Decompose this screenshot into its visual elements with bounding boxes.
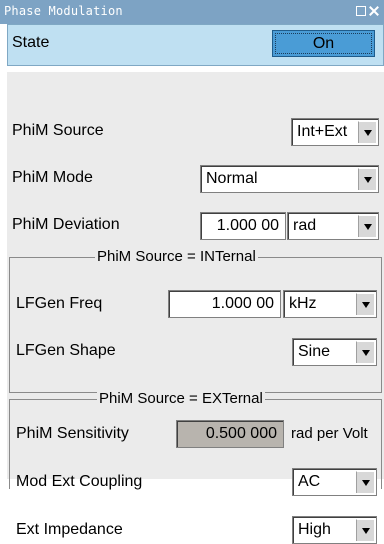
lfgen-freq-input[interactable]: 1.000 00	[168, 290, 281, 318]
maximize-icon[interactable]	[356, 6, 366, 16]
lfgen-freq-label: LFGen Freq	[16, 295, 103, 312]
phase-modulation-window: Phase Modulation State On PhiM Source In…	[0, 0, 384, 544]
phim-source-label: PhiM Source	[12, 122, 104, 139]
internal-group-title: PhiM Source = INTernal	[95, 248, 258, 265]
phim-deviation-unit: rad	[293, 217, 317, 234]
settings-panel: PhiM Source Int+Ext PhiM Mode Normal Phi…	[7, 72, 384, 544]
phim-sensitivity-unit: rad per Volt	[291, 425, 368, 442]
title-bar: Phase Modulation	[0, 0, 384, 24]
phim-deviation-input[interactable]: 1.000 00	[200, 212, 286, 240]
phim-source-select[interactable]: Int+Ext	[291, 118, 379, 146]
ext-impedance-label: Ext Impedance	[16, 521, 123, 538]
state-toggle-button[interactable]: On	[272, 30, 375, 57]
phim-sensitivity-value: 0.500 000	[205, 425, 277, 442]
chevron-down-icon[interactable]	[356, 293, 374, 315]
phim-mode-select[interactable]: Normal	[200, 165, 379, 193]
lfgen-freq-value: 1.000 00	[211, 295, 274, 312]
chevron-down-icon[interactable]	[356, 519, 374, 541]
chevron-down-icon[interactable]	[358, 168, 376, 190]
chevron-down-icon[interactable]	[358, 215, 376, 237]
state-label: State	[12, 34, 50, 51]
lfgen-freq-unit-select[interactable]: kHz	[283, 290, 377, 318]
phim-sensitivity-readout: 0.500 000	[176, 420, 284, 448]
phim-deviation-unit-select[interactable]: rad	[287, 212, 379, 240]
lfgen-freq-unit: kHz	[289, 295, 317, 312]
mod-ext-coupling-label: Mod Ext Coupling	[16, 473, 143, 490]
close-icon[interactable]	[369, 6, 379, 16]
mod-ext-coupling-value: AC	[298, 473, 321, 490]
phim-source-value: Int+Ext	[297, 123, 348, 140]
chevron-down-icon[interactable]	[356, 341, 374, 363]
phim-sensitivity-label: PhiM Sensitivity	[16, 425, 129, 442]
external-group-title: PhiM Source = EXTernal	[97, 390, 265, 407]
external-source-group: PhiM Source = EXTernal PhiM Sensitivity …	[9, 390, 382, 544]
phim-deviation-value: 1.000 00	[216, 217, 279, 234]
internal-source-group: PhiM Source = INTernal LFGen Freq 1.000 …	[9, 248, 382, 393]
chevron-down-icon[interactable]	[356, 471, 374, 493]
lfgen-shape-select[interactable]: Sine	[292, 338, 377, 366]
lfgen-shape-value: Sine	[298, 343, 331, 360]
mod-ext-coupling-select[interactable]: AC	[292, 468, 377, 496]
ext-impedance-select[interactable]: High	[292, 516, 377, 544]
chevron-down-icon[interactable]	[358, 121, 376, 143]
ext-impedance-value: High	[298, 521, 331, 538]
state-row: State On	[7, 24, 384, 66]
lfgen-shape-label: LFGen Shape	[16, 342, 116, 359]
phim-mode-label: PhiM Mode	[12, 169, 93, 186]
window-title: Phase Modulation	[4, 4, 123, 18]
phim-deviation-label: PhiM Deviation	[12, 216, 120, 233]
phim-mode-value: Normal	[206, 170, 258, 187]
state-toggle-label: On	[312, 35, 335, 52]
